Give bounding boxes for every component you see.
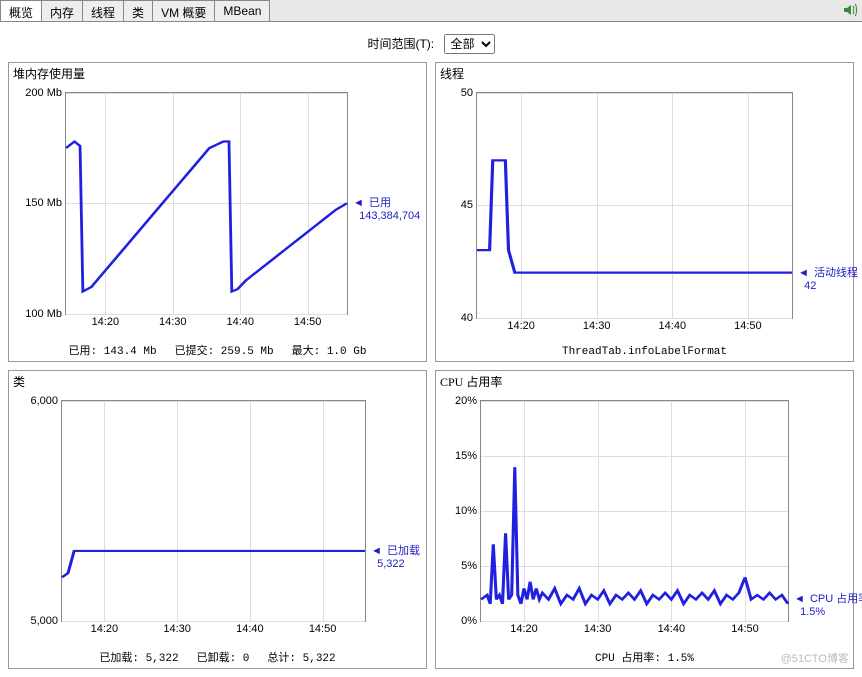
heap-legend: ◄ 已用 143,384,704 [353,194,420,222]
ytick: 15% [455,450,477,462]
classes-legend: ◄ 已加载 5,322 [371,542,420,570]
xtick: 14:20 [92,316,120,328]
cpu-chart [481,401,788,622]
xtick: 14:40 [226,316,254,328]
ytick: 200 Mb [25,87,62,99]
watermark: @51CTO博客 [781,650,849,666]
panel-threads: 线程 50 45 40 14:20 14:30 14:40 14:50 [435,62,854,362]
threads-legend: ◄ 活动线程 42 [798,264,858,292]
xtick: 14:30 [584,623,612,635]
ytick: 5% [461,560,477,572]
panel-cpu: CPU 占用率 20% 15% 10% 5% 0% 14:20 14:30 14… [435,370,854,670]
arrow-left-icon: ◄ [371,545,382,557]
xtick: 14:20 [507,320,535,332]
time-range-controls: 时间范围(T): 全部 [0,22,862,62]
xtick: 14:30 [159,316,187,328]
xtick: 14:50 [309,623,337,635]
heap-chart [66,93,347,314]
panel-cpu-title: CPU 占用率 [436,371,853,392]
xtick: 14:50 [294,316,322,328]
ytick: 50 [461,87,473,99]
cpu-legend: ◄ CPU 占用率 1.5% [794,590,862,618]
ytick: 6,000 [30,395,58,407]
panel-classes: 类 6,000 5,000 14:20 14:30 14:40 14:50 [8,370,427,670]
ytick: 5,000 [30,615,58,627]
arrow-left-icon: ◄ [798,267,809,279]
tab-mbean[interactable]: MBean [214,0,270,21]
time-range-select[interactable]: 全部 [444,34,495,54]
xtick: 14:20 [91,623,119,635]
ytick: 20% [455,395,477,407]
arrow-left-icon: ◄ [353,197,364,209]
panel-heap: 堆内存使用量 200 Mb 150 Mb 100 Mb 14:20 14:30 … [8,62,427,362]
xtick: 14:50 [731,623,759,635]
tab-memory[interactable]: 内存 [41,0,83,21]
threads-chart [477,93,792,318]
panel-threads-title: 线程 [436,63,853,84]
ytick: 150 Mb [25,197,62,209]
classes-chart [62,401,365,622]
xtick: 14:30 [583,320,611,332]
sound-icon[interactable] [838,0,862,21]
ytick: 0% [461,615,477,627]
tab-classes[interactable]: 类 [123,0,153,21]
xtick: 14:40 [659,320,687,332]
xtick: 14:30 [163,623,191,635]
tab-threads[interactable]: 线程 [82,0,124,21]
panel-heap-title: 堆内存使用量 [9,63,426,84]
heap-footer: 已用: 143.4 Mb 已提交: 259.5 Mb 最大: 1.0 Gb [9,339,426,361]
arrow-left-icon: ◄ [794,593,805,605]
ytick: 45 [461,199,473,211]
classes-footer: 已加载: 5,322 已卸载: 0 总计: 5,322 [9,646,426,668]
tab-overview[interactable]: 概览 [0,0,42,21]
threads-footer: ThreadTab.infoLabelFormat [436,343,853,361]
tab-vm-summary[interactable]: VM 概要 [152,0,215,21]
panel-classes-title: 类 [9,371,426,392]
chart-grid: 堆内存使用量 200 Mb 150 Mb 100 Mb 14:20 14:30 … [0,62,862,677]
ytick: 10% [455,505,477,517]
time-range-label: 时间范围(T): [367,37,434,51]
xtick: 14:40 [236,623,264,635]
ytick: 100 Mb [25,308,62,320]
xtick: 14:50 [734,320,762,332]
xtick: 14:20 [510,623,538,635]
ytick: 40 [461,312,473,324]
xtick: 14:40 [658,623,686,635]
tab-bar: 概览 内存 线程 类 VM 概要 MBean [0,0,862,22]
